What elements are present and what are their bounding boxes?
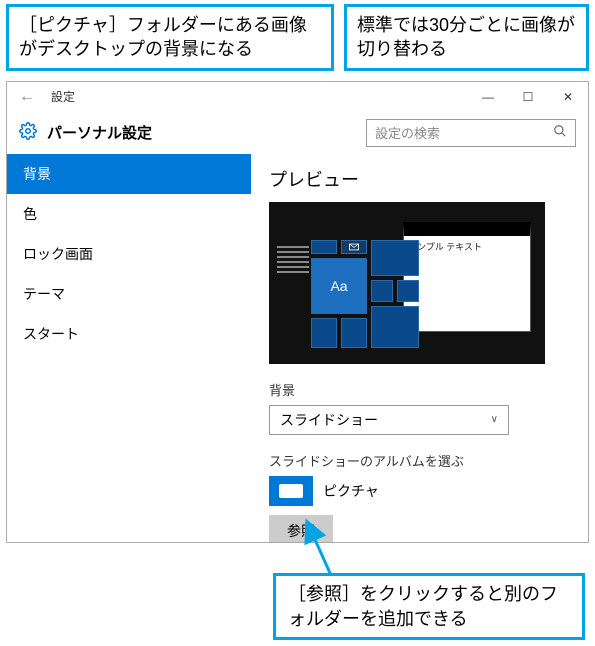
settings-window: ← 設定 — ☐ ✕ パーソナル設定 設定の検索 背景 色 <box>6 81 589 543</box>
search-icon <box>553 124 567 141</box>
content-area: プレビュー サンプル テキスト Aa <box>251 154 588 542</box>
sidebar-item-lockscreen[interactable]: ロック画面 <box>7 234 251 274</box>
sidebar-item-background[interactable]: 背景 <box>7 154 251 194</box>
close-button[interactable]: ✕ <box>548 82 588 112</box>
minimize-button[interactable]: — <box>468 82 508 112</box>
preview-sample-window: サンプル テキスト <box>403 222 531 332</box>
back-button[interactable]: ← <box>7 88 47 106</box>
titlebar: ← 設定 — ☐ ✕ <box>7 82 588 112</box>
chevron-down-icon: ∨ <box>491 414 498 425</box>
preview-start-list <box>277 246 309 276</box>
preview-heading: プレビュー <box>269 166 570 192</box>
callout-top-left: ［ピクチャ］フォルダーにある画像がデスクトップの背景になる <box>6 4 334 71</box>
callout-bottom: ［参照］をクリックすると別のフォルダーを追加できる <box>273 573 585 640</box>
album-name: ピクチャ <box>323 481 379 501</box>
preview-accent-tile: Aa <box>311 258 367 314</box>
search-input[interactable]: 設定の検索 <box>366 119 576 147</box>
browse-button[interactable]: 参照 <box>269 515 333 542</box>
album-thumb-icon <box>269 476 313 506</box>
header: パーソナル設定 設定の検索 <box>7 112 588 154</box>
album-row[interactable]: ピクチャ <box>269 476 570 506</box>
sidebar: 背景 色 ロック画面 テーマ スタート <box>7 154 251 542</box>
preview-tile-grid: Aa <box>311 240 421 350</box>
background-dropdown-value: スライドショー <box>280 410 378 430</box>
background-label: 背景 <box>269 380 570 399</box>
callout-top-right: 標準では30分ごとに画像が切り替わる <box>344 4 589 71</box>
sidebar-item-start[interactable]: スタート <box>7 314 251 354</box>
mail-icon <box>341 240 367 254</box>
search-placeholder: 設定の検索 <box>375 123 553 142</box>
sidebar-item-themes[interactable]: テーマ <box>7 274 251 314</box>
page-title: パーソナル設定 <box>47 122 356 143</box>
sidebar-item-colors[interactable]: 色 <box>7 194 251 234</box>
maximize-button[interactable]: ☐ <box>508 82 548 112</box>
background-dropdown[interactable]: スライドショー ∨ <box>269 405 509 435</box>
album-label: スライドショーのアルバムを選ぶ <box>269 451 570 470</box>
gear-icon <box>19 122 37 143</box>
preview-box: サンプル テキスト Aa <box>269 202 545 364</box>
window-title: 設定 <box>47 88 468 105</box>
